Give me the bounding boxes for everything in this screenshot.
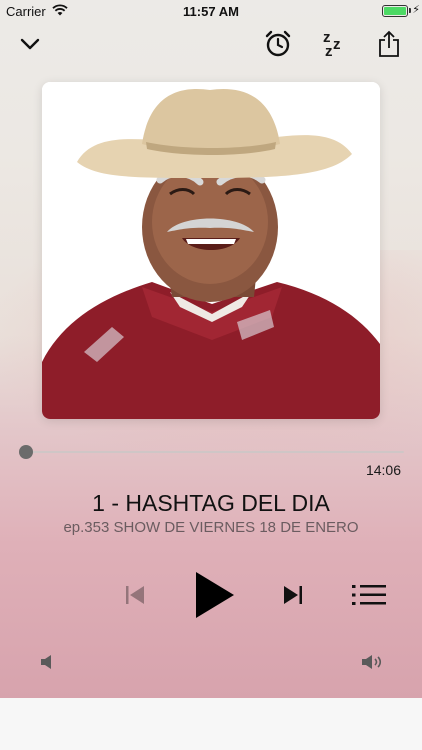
- bottom-area: [0, 698, 422, 750]
- volume-up-button[interactable]: [359, 652, 385, 672]
- status-time: 11:57 AM: [183, 4, 239, 19]
- alarm-button[interactable]: [262, 28, 294, 60]
- duration-label: 14:06: [365, 462, 401, 478]
- next-track-button[interactable]: [278, 580, 308, 610]
- play-icon: [196, 572, 234, 618]
- artwork-image: [42, 82, 380, 419]
- podcast-artwork: [42, 82, 380, 419]
- alarm-clock-icon: [265, 30, 291, 57]
- speaker-high-icon: [362, 655, 382, 669]
- battery-cap: [409, 8, 411, 13]
- progress-thumb[interactable]: [19, 445, 33, 459]
- share-icon: [379, 30, 399, 57]
- speaker-low-icon: [41, 655, 51, 669]
- chevron-down-icon: [20, 38, 40, 50]
- previous-track-button[interactable]: [120, 580, 150, 610]
- sleep-timer-button[interactable]: z z z: [318, 28, 350, 60]
- previous-track-icon: [126, 586, 144, 604]
- episode-list-button[interactable]: [350, 580, 388, 610]
- charging-bolt-icon: ⚡: [412, 4, 420, 16]
- status-bar: Carrier 11:57 AM ⚡: [0, 0, 422, 22]
- volume-down-button[interactable]: [37, 652, 57, 672]
- share-button[interactable]: [373, 28, 405, 60]
- track-title: 1 - HASHTAG DEL DIA: [92, 490, 330, 516]
- list-icon: [352, 585, 386, 605]
- track-subtitle: ep.353 SHOW DE VIERNES 18 DE ENERO: [63, 519, 359, 536]
- play-button[interactable]: [188, 566, 240, 624]
- next-track-icon: [284, 586, 302, 604]
- progress-track[interactable]: [26, 451, 404, 453]
- battery-icon: [382, 5, 408, 17]
- dismiss-button[interactable]: [14, 28, 46, 60]
- sleep-zzz-icon: z z z: [323, 29, 341, 60]
